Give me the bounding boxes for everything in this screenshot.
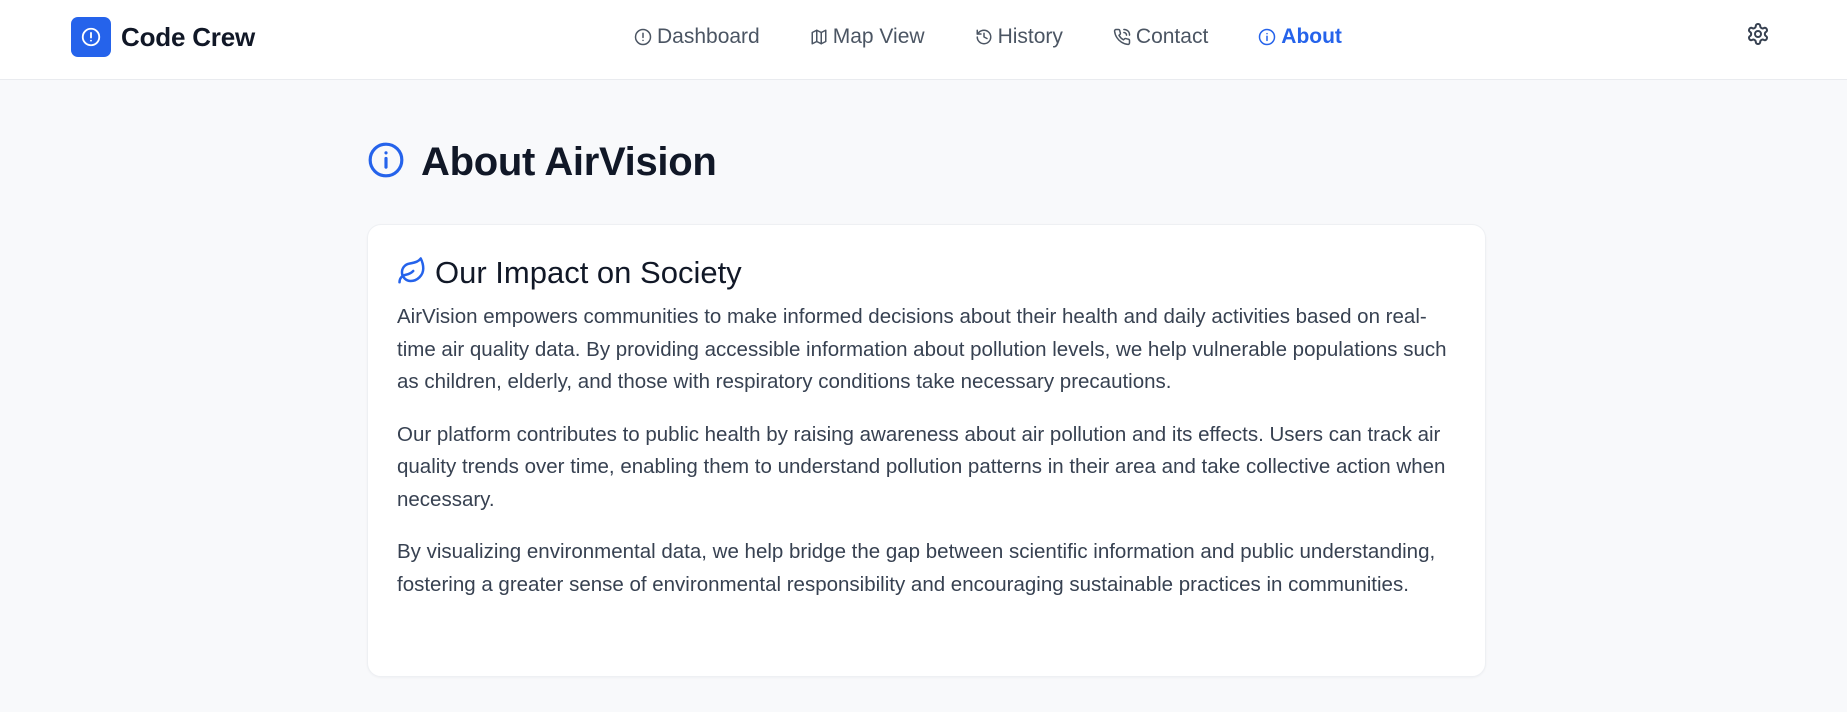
nav-item-label: History — [997, 25, 1063, 48]
brand-name: Code Crew — [121, 21, 256, 52]
gear-icon — [1746, 22, 1770, 51]
map-icon — [810, 28, 828, 46]
alert-circle-icon — [71, 17, 111, 57]
nav-item-dashboard[interactable]: Dashboard — [634, 25, 760, 49]
history-icon — [975, 28, 993, 46]
nav-item-map-view[interactable]: Map View — [810, 25, 925, 49]
leaf-icon — [397, 256, 427, 291]
nav-item-history[interactable]: History — [975, 25, 1063, 49]
brand-logo-link[interactable]: Code Crew — [71, 17, 255, 57]
info-icon — [1258, 28, 1276, 46]
impact-paragraph: By visualizing environmental data, we he… — [397, 540, 1436, 596]
nav-item-label: About — [1281, 25, 1342, 48]
card-heading: Our Impact on Society — [397, 255, 1456, 291]
info-icon — [367, 141, 405, 184]
card-title: Our Impact on Society — [435, 255, 742, 290]
nav-item-contact[interactable]: Contact — [1113, 25, 1208, 49]
main-nav: Dashboard Map View History Contact About — [634, 22, 1342, 52]
impact-paragraph: AirVision empowers communities to make i… — [397, 305, 1447, 393]
page-title: About AirVision — [421, 140, 717, 184]
phone-icon — [1113, 28, 1131, 46]
nav-item-label: Map View — [832, 25, 925, 48]
nav-item-label: Contact — [1135, 25, 1209, 48]
settings-button[interactable] — [1745, 22, 1771, 51]
nav-item-about[interactable]: About — [1258, 25, 1342, 49]
impact-paragraph: Our platform contributes to public healt… — [397, 422, 1446, 511]
page-heading: About AirVision — [367, 140, 717, 185]
nav-item-label: Dashboard — [657, 25, 760, 48]
top-navigation-bar: Code Crew Dashboard Map View History Con… — [0, 0, 1847, 80]
impact-card: Our Impact on Society AirVision empowers… — [367, 224, 1486, 677]
alert-circle-icon — [634, 28, 652, 46]
